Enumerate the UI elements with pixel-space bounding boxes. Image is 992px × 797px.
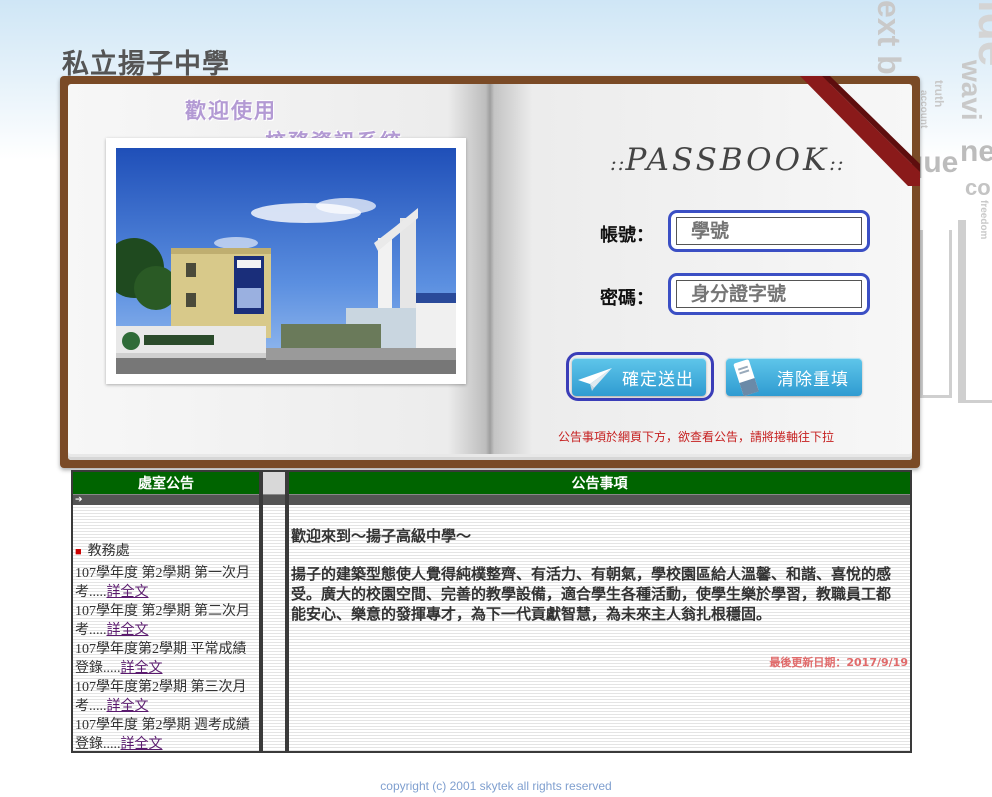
- list-item: 107學年度第2學期 第三次月考.....詳全文: [75, 680, 247, 714]
- password-label: 密碼：: [600, 288, 654, 309]
- read-more-link[interactable]: 詳全文: [121, 661, 163, 676]
- office-notices-panel: 處室公告 ➔ ■ 教務處 107學年度 第2學期 第一次月考.....詳全文 10…: [71, 470, 261, 753]
- password-field-highlight: [668, 273, 870, 315]
- list-item: 107學年度 第2學期 第二次月考.....詳全文: [75, 604, 250, 638]
- announcement-body: 揚子的建築型態使人覺得純樸整齊、有活力、有朝氣，學校園區給人溫馨、和諧、喜悅的感…: [291, 565, 892, 623]
- passbook-logo: ::PASSBOOK::: [610, 142, 845, 178]
- submit-label: 確定送出: [622, 369, 694, 390]
- notice-category: ■ 教務處: [75, 544, 130, 559]
- announcements-strip: [289, 494, 910, 505]
- office-notices-list: ■ 教務處 107學年度 第2學期 第一次月考.....詳全文 107學年度 第2…: [75, 542, 259, 754]
- read-more-link[interactable]: 詳全文: [107, 585, 149, 600]
- submit-button[interactable]: 確定送出: [572, 358, 706, 396]
- welcome-line-1: 歡迎使用: [185, 99, 277, 123]
- office-notices-header: 處室公告: [73, 472, 259, 494]
- read-more-link[interactable]: 詳全文: [121, 737, 163, 752]
- announcements-panel: 公告事項 歡迎來到～揚子高級中學～ 揚子的建築型態使人覺得純樸整齊、有活力、有朝…: [287, 470, 912, 753]
- school-photo: [116, 148, 456, 374]
- scroll-notice: 公告事項於網頁下方，欲查看公告，請將捲軸往下拉: [558, 430, 835, 444]
- scroll-gutter: [261, 470, 287, 753]
- password-input[interactable]: [676, 280, 862, 308]
- paper-plane-icon: [572, 358, 616, 396]
- announcement-content: 歡迎來到～揚子高級中學～ 揚子的建築型態使人覺得純樸整齊、有活力、有朝氣，學校園…: [291, 526, 898, 624]
- list-item: 107學年度第2學期 平常成績登錄.....詳全文: [75, 642, 247, 676]
- school-photo-frame: [106, 138, 466, 384]
- account-label: 帳號：: [600, 225, 654, 246]
- announcements-header: 公告事項: [289, 472, 910, 494]
- list-item: 107學年度 第2學期 第一次月考.....詳全文: [75, 566, 250, 600]
- footer-copyright: copyright (c) 2001 skytek all rights res…: [380, 779, 612, 793]
- announcement-greeting: 歡迎來到～揚子高級中學～: [291, 527, 472, 545]
- read-more-link[interactable]: 詳全文: [107, 699, 149, 714]
- reset-button[interactable]: 清除重填: [726, 358, 862, 397]
- eraser-icon: [726, 358, 770, 397]
- arrow-right-icon[interactable]: ➔: [75, 495, 83, 505]
- list-item: 107學年度 第2學期 週考成績登錄.....詳全文: [75, 718, 250, 752]
- last-updated: 最後更新日期：2017/9/19: [769, 656, 908, 669]
- reset-label: 清除重填: [777, 369, 849, 390]
- office-notices-strip: ➔: [73, 494, 259, 505]
- account-field-highlight: [668, 210, 870, 252]
- bullet-square-icon: ■: [75, 546, 82, 558]
- account-input[interactable]: [676, 217, 862, 245]
- read-more-link[interactable]: 詳全文: [107, 623, 149, 638]
